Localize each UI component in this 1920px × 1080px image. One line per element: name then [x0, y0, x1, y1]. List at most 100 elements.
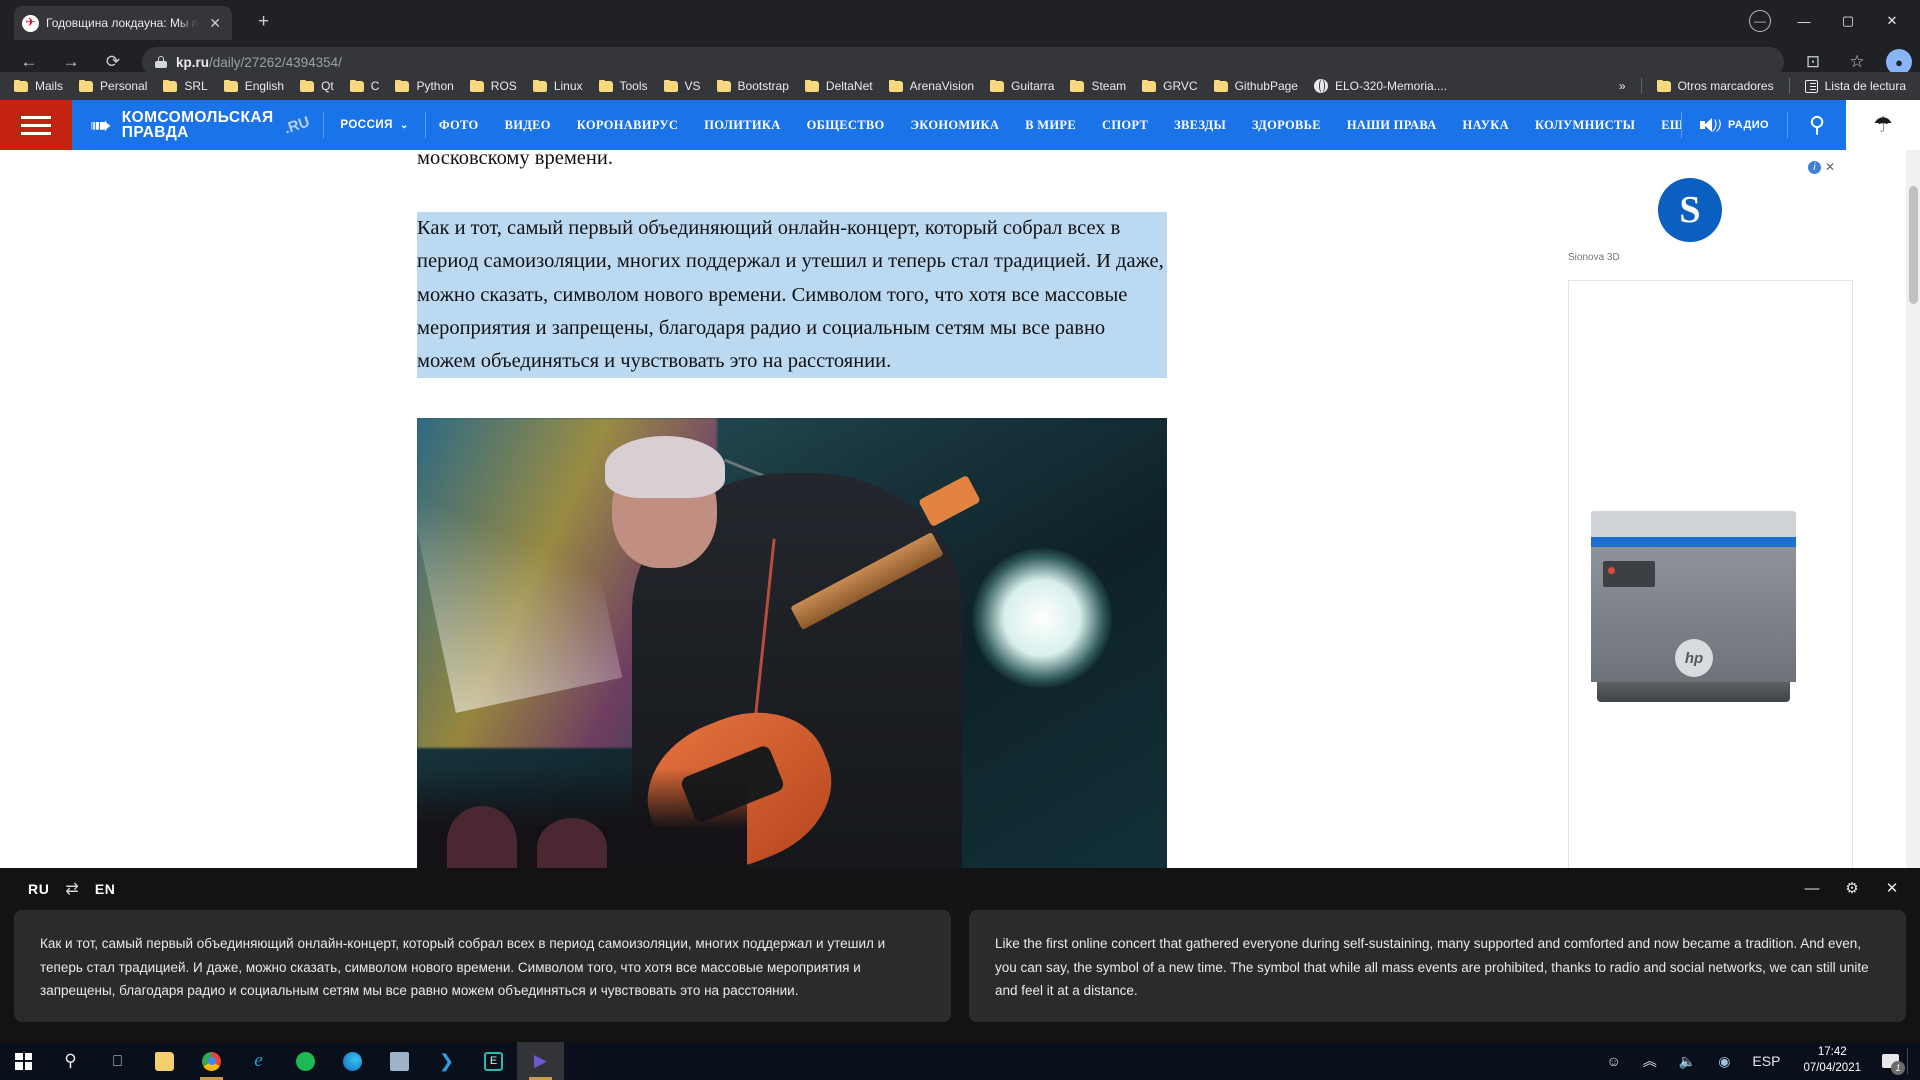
user-icon: ☂ [1873, 112, 1893, 137]
clock[interactable]: 17:42 07/04/2021 [1791, 1045, 1873, 1076]
swap-languages-icon[interactable]: ⇄ [55, 879, 88, 899]
translator-target-text: Like the first online concert that gathe… [995, 936, 1869, 999]
translator-close-button[interactable]: ✕ [1880, 876, 1904, 900]
folder-icon [1142, 80, 1157, 92]
bookmark-item[interactable]: SRL [155, 76, 215, 96]
evernote-icon: E [484, 1051, 503, 1071]
other-bookmarks-button[interactable]: Otros marcadores [1649, 76, 1782, 96]
bookmark-item[interactable]: GRVC [1134, 76, 1205, 96]
page-scrollbar[interactable] [1906, 150, 1920, 870]
maximize-window-button[interactable]: ▢ [1826, 8, 1870, 34]
bookmark-item[interactable]: Guitarra [982, 76, 1062, 96]
taskbar-calculator[interactable] [376, 1042, 423, 1080]
site-account-button[interactable]: ☂ [1846, 100, 1920, 150]
taskbar-evernote[interactable]: E [470, 1042, 517, 1080]
nav-link-obshchestvo[interactable]: ОБЩЕСТВО [794, 118, 898, 133]
translator-settings-icon[interactable]: ⚙ [1840, 876, 1864, 900]
globe-icon [1313, 79, 1328, 93]
bookmark-item[interactable]: Personal [71, 76, 155, 96]
site-header: ➠ КОМСОМОЛЬСКАЯ ПРАВДА .RU РОССИЯ ⌄ ФОТО… [0, 100, 1920, 150]
nav-link-nashi-prava[interactable]: НАШИ ПРАВА [1334, 118, 1450, 133]
nav-link-foto[interactable]: ФОТО [426, 118, 492, 133]
bookmark-label: ArenaVision [909, 79, 975, 93]
translator-source-text: Как и тот, самый первый объединяющий онл… [40, 936, 886, 999]
start-button[interactable] [0, 1042, 47, 1080]
source-language-selector[interactable]: RU [22, 879, 55, 899]
translator-minimize-button[interactable]: — [1800, 876, 1824, 900]
steam-icon[interactable]: ◉ [1707, 1053, 1741, 1070]
url-path: /daily/27262/4394354/ [209, 54, 342, 70]
notifications-button[interactable]: 1 [1873, 1042, 1907, 1080]
nav-link-coronavirus[interactable]: КОРОНАВИРУС [564, 118, 691, 133]
bookmark-label: Qt [321, 79, 334, 93]
site-logo[interactable]: ➠ КОМСОМОЛЬСКАЯ ПРАВДА .RU [72, 100, 323, 150]
bookmark-item[interactable]: Mails [6, 76, 71, 96]
url-domain: kp.ru [176, 54, 210, 70]
folder-icon [14, 80, 28, 92]
radio-button[interactable]: )) РАДИО [1682, 100, 1787, 150]
bookmark-item[interactable]: English [216, 76, 292, 96]
taskbar-search-button[interactable]: ⚲ [47, 1042, 94, 1080]
nav-link-ekonomika[interactable]: ЭКОНОМИКА [898, 118, 1013, 133]
bookmark-item[interactable]: ELO-320-Memoria.... [1306, 76, 1455, 96]
article-paragraph-selected[interactable]: Как и тот, самый первый объединяющий онл… [417, 212, 1167, 379]
bookmark-item[interactable]: C [342, 76, 388, 96]
region-selector[interactable]: РОССИЯ ⌄ [324, 100, 425, 150]
people-icon[interactable]: ☺ [1595, 1053, 1631, 1069]
ad-banner[interactable]: i ✕ S Sionova 3D [1568, 160, 1853, 275]
taskbar-chrome[interactable] [188, 1042, 235, 1080]
crowd-head [447, 806, 517, 870]
bookmark-label: C [370, 79, 380, 93]
target-language-selector[interactable]: EN [89, 879, 122, 899]
show-desktop-button[interactable] [1907, 1048, 1914, 1074]
language-indicator[interactable]: ESP [1741, 1053, 1791, 1069]
bookmark-item[interactable]: GithubPage [1206, 76, 1306, 96]
close-window-button[interactable]: ✕ [1870, 8, 1914, 34]
bookmark-item[interactable]: Qt [292, 76, 342, 96]
tab-close-icon[interactable]: ✕ [206, 14, 224, 32]
nav-link-v-mire[interactable]: В МИРЕ [1012, 118, 1089, 133]
new-tab-button[interactable]: + [258, 12, 269, 31]
restore-session-button[interactable]: — [1738, 8, 1782, 34]
nav-link-zdorovye[interactable]: ЗДОРОВЬЕ [1239, 118, 1334, 133]
site-menu-button[interactable] [0, 100, 72, 150]
taskbar-edge[interactable] [329, 1042, 376, 1080]
site-search-button[interactable]: ⚲ [1788, 100, 1846, 150]
ad-product-card[interactable]: hp [1568, 280, 1853, 870]
bookmark-item[interactable]: ArenaVision [881, 76, 983, 96]
bookmark-item[interactable]: Linux [525, 76, 591, 96]
task-view-button[interactable]: ⎕ [94, 1042, 141, 1080]
nav-link-politika[interactable]: ПОЛИТИКА [691, 118, 793, 133]
nav-link-sport[interactable]: СПОРТ [1089, 118, 1161, 133]
bookmark-item[interactable]: VS [656, 76, 709, 96]
taskbar-media-player[interactable]: ▶ [517, 1042, 564, 1080]
volume-icon[interactable]: 🔈 [1668, 1053, 1707, 1070]
nav-link-kolumnisty[interactable]: КОЛУМНИСТЫ [1522, 118, 1648, 133]
show-hidden-icons-chevron[interactable]: ︽ [1632, 1051, 1668, 1071]
bookmarks-overflow-button[interactable]: » [1611, 76, 1634, 96]
guitar-headstock [918, 474, 981, 528]
taskbar-vscode[interactable]: ❯ [423, 1042, 470, 1080]
taskbar-internet-explorer[interactable]: e [235, 1042, 282, 1080]
brand-line-2: ПРАВДА [121, 124, 189, 141]
bookmark-item[interactable]: Bootstrap [709, 76, 797, 96]
reading-list-button[interactable]: Lista de lectura [1797, 76, 1914, 96]
nav-link-more[interactable]: ЕЩЕ ⌄ [1648, 118, 1681, 133]
bookmark-item[interactable]: Steam [1062, 76, 1134, 96]
translator-target-pane[interactable]: Like the first online concert that gathe… [969, 910, 1906, 1022]
minimize-window-button[interactable]: — [1782, 8, 1826, 34]
bookmark-item[interactable]: DeltaNet [797, 76, 881, 96]
browser-tab[interactable]: ✈ Годовщина локдауна: Мы прор ✕ [14, 6, 232, 40]
nav-link-zvezdy[interactable]: ЗВЕЗДЫ [1161, 118, 1239, 133]
nav-link-video[interactable]: ВИДЕО [492, 118, 564, 133]
nav-link-nauka[interactable]: НАУКА [1450, 118, 1522, 133]
ad-close-icon[interactable]: ✕ [1825, 160, 1835, 174]
scrollbar-thumb[interactable] [1909, 186, 1918, 304]
bookmark-item[interactable]: ROS [462, 76, 525, 96]
taskbar-spotify[interactable] [282, 1042, 329, 1080]
bookmark-item[interactable]: Tools [591, 76, 656, 96]
bookmark-item[interactable]: Python [387, 76, 461, 96]
ad-info-icon[interactable]: i [1807, 160, 1821, 174]
taskbar-file-explorer[interactable] [141, 1042, 188, 1080]
translator-source-pane[interactable]: Как и тот, самый первый объединяющий онл… [14, 910, 951, 1022]
